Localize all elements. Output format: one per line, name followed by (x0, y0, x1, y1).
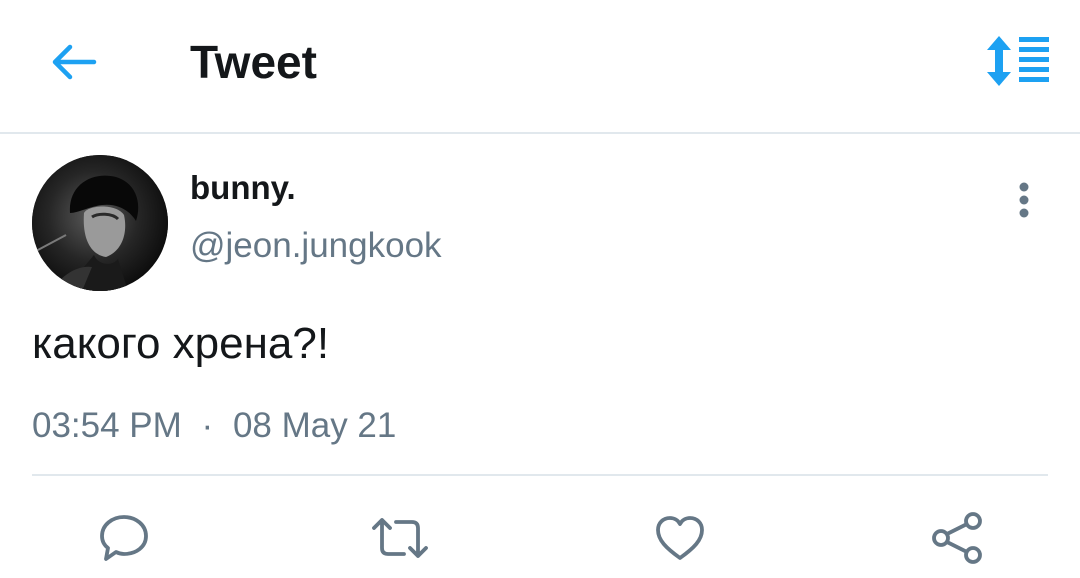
tweet-text: какого хрена?! (32, 319, 330, 368)
avatar-photo (32, 155, 168, 291)
share-button[interactable] (928, 508, 988, 568)
tweet-date: 08 May 21 (232, 406, 397, 445)
more-options-button[interactable] (1002, 176, 1046, 224)
divider (32, 474, 1048, 476)
avatar[interactable] (32, 155, 168, 291)
like-icon (656, 516, 704, 560)
user-handle[interactable]: @jeon.jungkook (190, 225, 442, 267)
retweet-button[interactable] (370, 508, 430, 568)
retweet-icon (372, 518, 428, 558)
tweet-timestamp: 03:54 PM · 08 May 21 (32, 405, 396, 447)
share-icon (932, 512, 982, 564)
page-title: Tweet (190, 36, 317, 88)
display-name[interactable]: bunny. (190, 168, 296, 208)
top-app-bar: Tweet (0, 0, 1080, 134)
arrow-left-icon (52, 44, 97, 80)
reply-button[interactable] (94, 508, 154, 568)
sort-list-icon (987, 36, 1049, 86)
tweet-time: 03:54 PM (32, 406, 182, 445)
back-button[interactable] (40, 28, 108, 96)
tweet-detail-screen: Tweet bunny. @jeon.jungkook какого хрена… (0, 0, 1080, 578)
reply-icon (100, 515, 148, 561)
like-button[interactable] (650, 508, 710, 568)
sort-button[interactable] (982, 32, 1054, 90)
timestamp-separator: · (201, 406, 214, 445)
more-vertical-icon (1019, 182, 1029, 218)
